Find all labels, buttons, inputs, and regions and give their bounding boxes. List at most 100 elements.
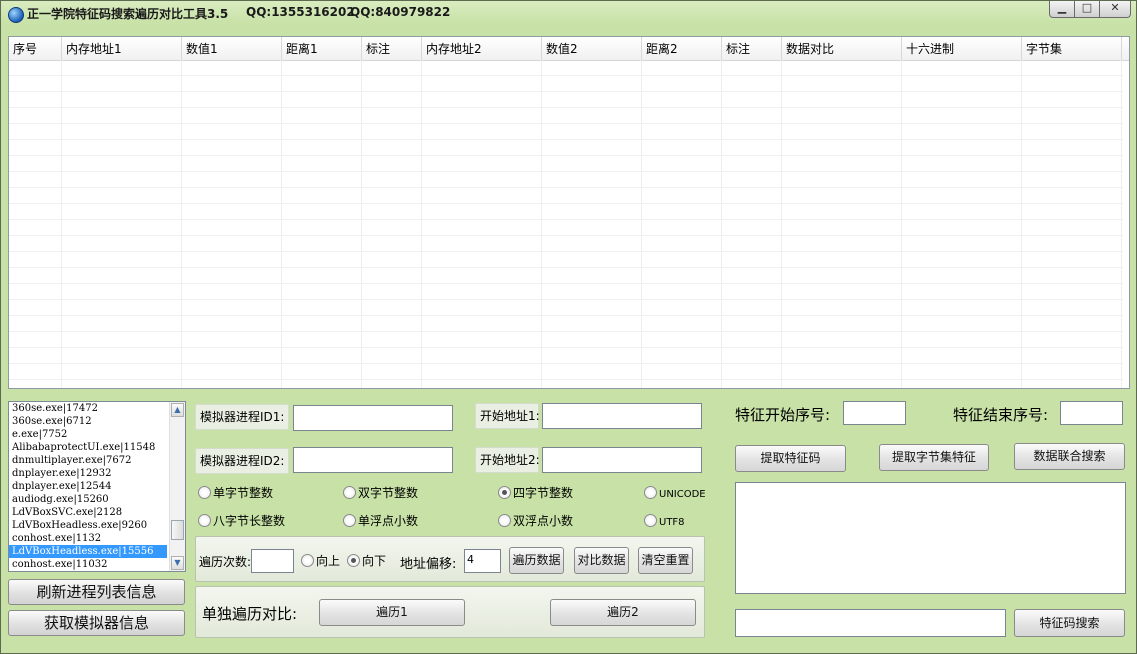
maximize-button[interactable]: □: [1074, 1, 1100, 18]
feature-end-label: 特征结束序号:: [953, 406, 1049, 424]
process-list-item[interactable]: dnplayer.exe|12544: [9, 480, 167, 493]
column-header-hex[interactable]: 十六进制: [902, 37, 1022, 60]
feature-start-input[interactable]: [843, 401, 906, 425]
scroll-up-arrow-icon[interactable]: ▲: [171, 403, 184, 417]
clear-reset-button[interactable]: 清空重置: [638, 547, 693, 574]
radio-long-label: 八字节长整数: [213, 514, 286, 528]
emulator-pid2-input[interactable]: [293, 447, 453, 473]
radio-dot-icon: [644, 514, 657, 527]
grid-line: [901, 60, 902, 388]
radio-dot-icon: [343, 514, 356, 527]
column-header-distance1[interactable]: 距离1: [282, 37, 362, 60]
process-list-item[interactable]: conhost.exe|11032: [9, 558, 167, 571]
traverse-count-input[interactable]: [251, 549, 294, 573]
column-header-note1[interactable]: 标注: [362, 37, 422, 60]
column-header-value1[interactable]: 数值1: [182, 37, 282, 60]
grid-line: [421, 60, 422, 388]
traverse1-button[interactable]: 遍历1: [319, 599, 465, 626]
column-header-note2[interactable]: 标注: [722, 37, 782, 60]
get-emulator-info-button[interactable]: 获取模拟器信息: [8, 610, 185, 636]
column-header-bytes[interactable]: 字节集: [1022, 37, 1122, 60]
feature-search-input[interactable]: [735, 609, 1006, 637]
extract-bytes-feature-button[interactable]: 提取字节集特征: [879, 444, 989, 471]
radio-double[interactable]: 双浮点小数: [498, 514, 573, 528]
refresh-process-list-button[interactable]: 刷新进程列表信息: [8, 579, 185, 605]
radio-direction-up[interactable]: 向上: [301, 554, 340, 568]
table-body[interactable]: [9, 60, 1123, 388]
scroll-down-arrow-icon[interactable]: ▼: [171, 556, 184, 570]
process-list-item[interactable]: 360se.exe|6712: [9, 415, 167, 428]
title-bar[interactable]: 正一学院特征码搜索遍历对比工具3.5 QQ:1355316202 QQ:8409…: [1, 1, 1136, 27]
process-list-item[interactable]: LdVBoxHeadless.exe|15556: [9, 545, 167, 558]
radio-dot-selected-icon: [347, 554, 360, 567]
radio-direction-down[interactable]: 向下: [347, 554, 386, 568]
traverse-count-label: 遍历次数:: [199, 555, 252, 569]
column-header-distance2[interactable]: 距离2: [642, 37, 722, 60]
traverse-panel: 遍历次数: 向上 向下 地址偏移: 4 遍历数据 对比数据 清空重置: [195, 536, 705, 582]
process-list[interactable]: 360se.exe|17472 360se.exe|6712 e.exe|7752 A…: [8, 401, 186, 572]
radio-float[interactable]: 单浮点小数: [343, 514, 418, 528]
radio-unicode-label: UNICODE: [659, 489, 706, 500]
minimize-button[interactable]: ▁: [1049, 1, 1075, 18]
grid-line: [721, 60, 722, 388]
column-header-compare[interactable]: 数据对比: [782, 37, 902, 60]
radio-dot-icon: [343, 486, 356, 499]
radio-dot-icon: [198, 514, 211, 527]
radio-double-label: 双浮点小数: [513, 514, 574, 528]
feature-end-input[interactable]: [1060, 401, 1123, 425]
app-icon: [8, 7, 24, 23]
compare-data-button[interactable]: 对比数据: [574, 547, 629, 574]
start-address2-label: 开始地址2:: [475, 447, 540, 473]
process-list-item[interactable]: LdVBoxHeadless.exe|9260: [9, 519, 167, 532]
process-list-scrollbar[interactable]: ▲ ▼: [169, 402, 185, 571]
process-list-item[interactable]: dnplayer.exe|12932: [9, 467, 167, 480]
single-compare-panel: 单独遍历对比: 遍历1 遍历2: [195, 586, 705, 638]
extract-feature-button[interactable]: 提取特征码: [735, 445, 846, 472]
column-header-address1[interactable]: 内存地址1: [62, 37, 182, 60]
grid-line: [1021, 60, 1022, 388]
start-address1-input[interactable]: [542, 403, 702, 429]
radio-unicode[interactable]: UNICODE: [644, 486, 706, 502]
radio-direction-up-label: 向上: [316, 554, 341, 568]
radio-dot-icon: [198, 486, 211, 499]
process-list-item[interactable]: LdVBoxSVC.exe|2128: [9, 506, 167, 519]
close-button[interactable]: ✕: [1099, 1, 1131, 18]
grid-line: [281, 60, 282, 388]
process-list-item[interactable]: AlibabaprotectUI.exe|11548: [9, 441, 167, 454]
radio-short[interactable]: 双字节整数: [343, 486, 418, 500]
grid-line: [1121, 60, 1122, 388]
start-address2-input[interactable]: [542, 447, 702, 473]
emulator-pid1-input[interactable]: [293, 405, 453, 431]
traverse-data-button[interactable]: 遍历数据: [509, 547, 564, 574]
grid-line: [641, 60, 642, 388]
radio-utf8[interactable]: UTF8: [644, 514, 685, 530]
radio-dot-selected-icon: [498, 486, 511, 499]
close-icon: ✕: [1110, 1, 1120, 14]
emulator-pid2-label: 模拟器进程ID2:: [195, 448, 289, 474]
radio-int-label: 四字节整数: [513, 486, 574, 500]
table-header: 序号 内存地址1 数值1 距离1 标注 内存地址2 数值2 距离2 标注 数据对…: [9, 37, 1129, 61]
qq-contact-2: QQ:840979822: [350, 5, 451, 19]
results-table[interactable]: 序号 内存地址1 数值1 距离1 标注 内存地址2 数值2 距离2 标注 数据对…: [8, 36, 1130, 389]
joint-search-button[interactable]: 数据联合搜索: [1014, 443, 1125, 470]
process-list-item[interactable]: e.exe|7752: [9, 428, 167, 441]
process-list-item[interactable]: 360se.exe|17472: [9, 402, 167, 415]
feature-output-textarea[interactable]: [735, 482, 1126, 594]
process-list-item[interactable]: conhost.exe|1132: [9, 532, 167, 545]
process-list-item[interactable]: dnmultiplayer.exe|7672: [9, 454, 167, 467]
column-header-value2[interactable]: 数值2: [542, 37, 642, 60]
radio-int[interactable]: 四字节整数: [498, 486, 573, 500]
main-window: 正一学院特征码搜索遍历对比工具3.5 QQ:1355316202 QQ:8409…: [0, 0, 1137, 654]
address-offset-input[interactable]: 4: [464, 549, 501, 573]
column-header-index[interactable]: 序号: [9, 37, 62, 60]
minimize-icon: ▁: [1057, 1, 1067, 14]
radio-dot-icon: [498, 514, 511, 527]
column-header-address2[interactable]: 内存地址2: [422, 37, 542, 60]
feature-search-button[interactable]: 特征码搜索: [1014, 609, 1125, 637]
radio-byte[interactable]: 单字节整数: [198, 486, 273, 500]
scroll-thumb[interactable]: [171, 520, 184, 540]
grid-line: [181, 60, 182, 388]
traverse2-button[interactable]: 遍历2: [550, 599, 696, 626]
process-list-item[interactable]: audiodg.exe|15260: [9, 493, 167, 506]
radio-long[interactable]: 八字节长整数: [198, 514, 285, 528]
